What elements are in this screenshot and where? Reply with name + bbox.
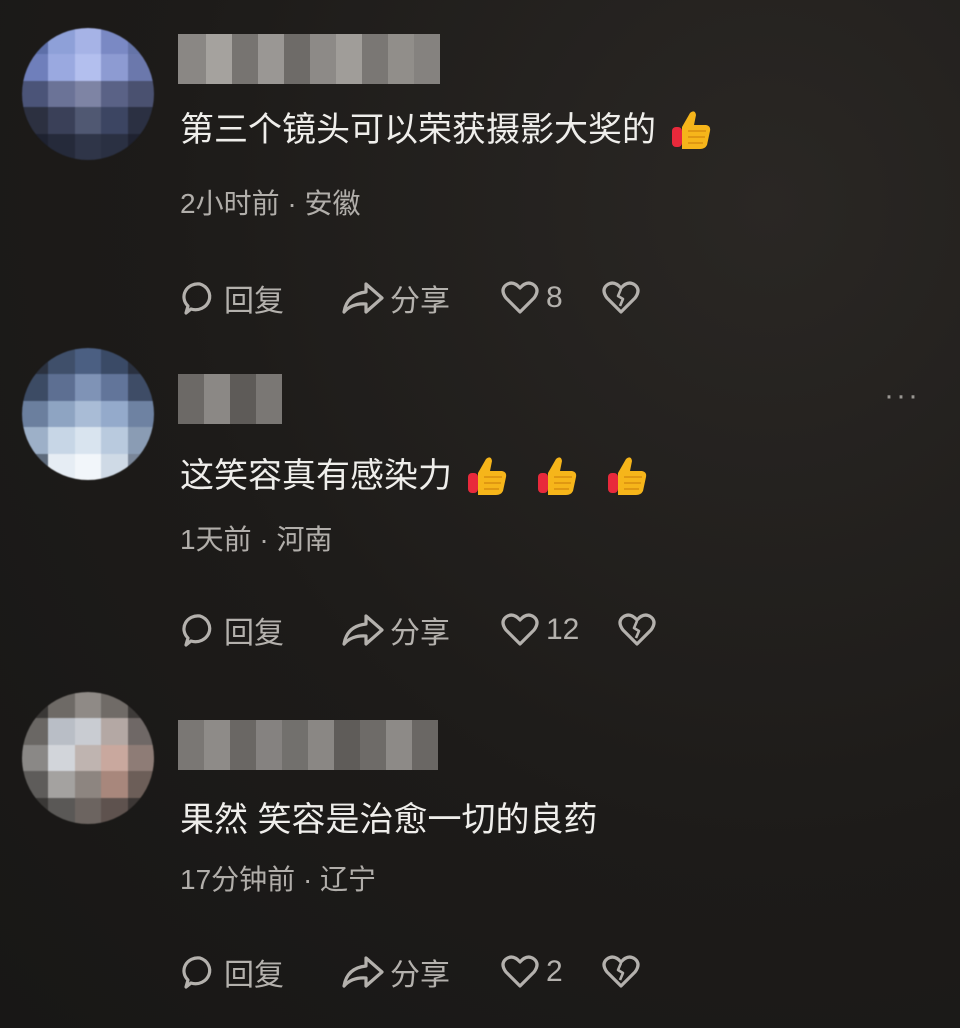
reply-label: 回复 [224, 285, 284, 318]
comment-meta: 17分钟前 · 辽宁 [180, 860, 376, 900]
thumbs-up-emoji [538, 457, 577, 495]
thumbs-up-emoji [608, 457, 647, 495]
share-label: 分享 [390, 959, 450, 992]
heart-icon [501, 613, 539, 646]
heart-icon [501, 955, 539, 988]
thumbs-up-emoji [468, 457, 507, 495]
reply-icon [182, 956, 212, 989]
comment-text-content: 果然 笑容是治愈一切的良药 [180, 801, 598, 839]
share-button[interactable]: 分享 [340, 608, 500, 652]
like-count: 2 [546, 955, 563, 988]
meta-separator: · [259, 524, 269, 555]
meta-separator: · [302, 864, 313, 895]
reply-icon [182, 282, 212, 315]
comment-time: 17分钟前 [180, 864, 296, 895]
avatar[interactable] [22, 692, 154, 824]
comment-location: 辽宁 [320, 864, 377, 895]
comment-meta: 1天前 · 河南 [180, 520, 332, 560]
avatar[interactable] [22, 28, 154, 160]
comment-item: 第三个镜头可以荣获摄影大奖的 2小时前 · 安徽 回复 分享 8 [0, 28, 960, 358]
heart-icon [501, 281, 539, 314]
reply-button[interactable]: 回复 [180, 950, 340, 994]
broken-heart-icon [602, 281, 640, 314]
comment-item: 果然 笑容是治愈一切的良药 17分钟前 · 辽宁 回复 分享 2 [0, 692, 960, 1022]
broken-heart-icon [618, 613, 656, 646]
share-label: 分享 [390, 285, 450, 318]
reply-button[interactable]: 回复 [180, 608, 340, 652]
dislike-button[interactable] [617, 608, 657, 652]
username-blurred[interactable] [178, 720, 438, 770]
share-button[interactable]: 分享 [340, 276, 500, 320]
reply-label: 回复 [224, 617, 284, 650]
comment-time: 1天前 [180, 524, 252, 555]
like-button[interactable]: 2 [500, 950, 563, 994]
dislike-button[interactable] [601, 276, 641, 320]
comment-text-content: 第三个镜头可以荣获摄影大奖的 [180, 111, 656, 149]
like-button[interactable]: 8 [500, 276, 563, 320]
comment-text: 这笑容真有感染力 [180, 452, 650, 500]
reply-label: 回复 [224, 959, 284, 992]
username-blurred[interactable] [178, 374, 282, 424]
meta-separator: · [287, 188, 297, 219]
reply-icon [182, 614, 212, 647]
share-icon [342, 614, 384, 646]
comment-text-content: 这笑容真有感染力 [180, 457, 452, 495]
more-options-button[interactable]: ··· [884, 381, 920, 411]
like-count: 12 [546, 613, 580, 646]
like-count: 8 [546, 281, 563, 314]
comment-text: 第三个镜头可以荣获摄影大奖的 [180, 106, 714, 154]
comment-actions: 回复 分享 8 [180, 276, 641, 320]
comment-text: 果然 笑容是治愈一切的良药 [180, 796, 597, 844]
comment-meta: 2小时前 · 安徽 [180, 184, 360, 224]
avatar[interactable] [22, 348, 154, 480]
username-blurred[interactable] [178, 34, 440, 84]
share-label: 分享 [390, 617, 450, 650]
share-icon [342, 956, 384, 988]
share-icon [342, 282, 384, 314]
comment-actions: 回复 分享 2 [180, 950, 641, 994]
comment-location: 河南 [276, 524, 333, 555]
comment-location: 安徽 [304, 188, 361, 219]
dislike-button[interactable] [601, 950, 641, 994]
reply-button[interactable]: 回复 [180, 276, 340, 320]
comment-item: ··· 这笑容真有感染力 1天前 · 河南 回复 分享 12 [0, 348, 960, 678]
thumbs-up-emoji [672, 111, 711, 149]
share-button[interactable]: 分享 [340, 950, 500, 994]
like-button[interactable]: 12 [500, 608, 579, 652]
broken-heart-icon [602, 955, 640, 988]
comment-time: 2小时前 [180, 188, 280, 219]
comment-actions: 回复 分享 12 [180, 608, 657, 652]
